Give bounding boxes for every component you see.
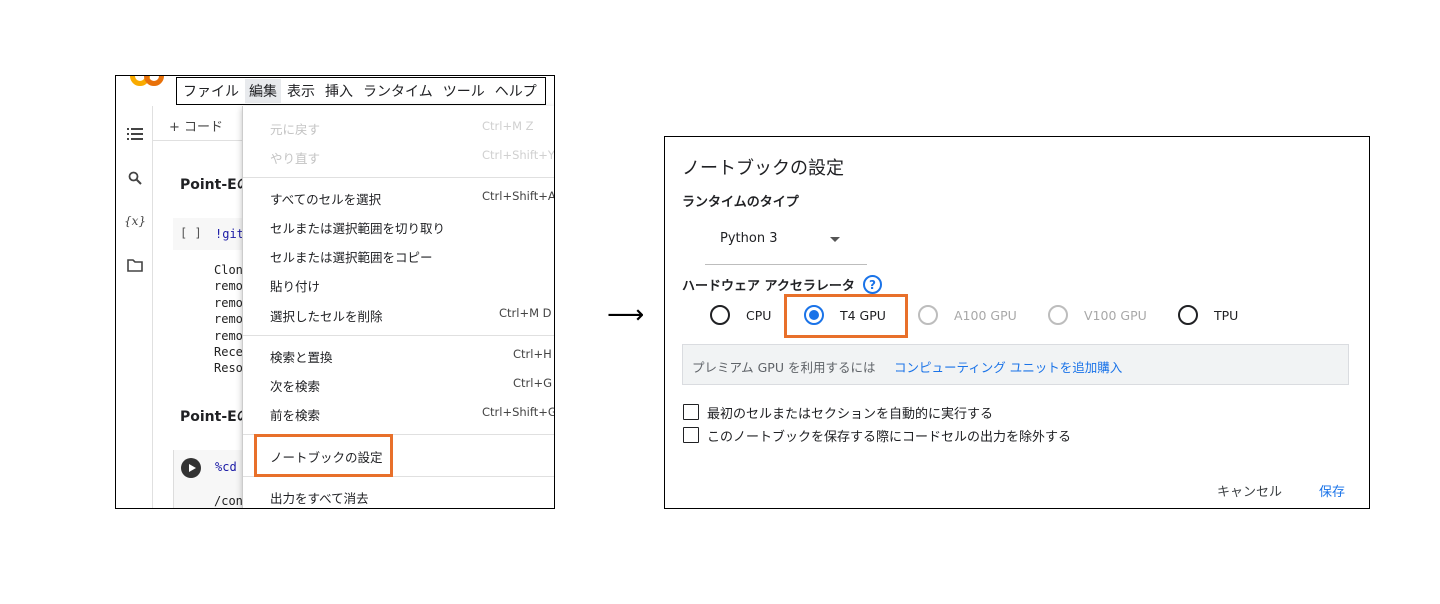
radio-label-cpu: CPU [746,308,772,323]
notebook-settings-dialog: ノートブックの設定 ランタイムのタイプ Python 3 ハードウェア アクセラ… [664,136,1370,509]
menu-item-label: 出力をすべて消去 [270,491,369,506]
radio-tpu[interactable] [1178,305,1198,325]
menu-file[interactable]: ファイル [183,81,239,101]
cell-output: Clon remo remo remo remo Rece Reso [214,262,243,377]
menu-item-shortcut: Ctrl+G [513,376,553,390]
menu-item-shortcut: Ctrl+Shift+A [482,189,555,203]
colab-editor-panel: ファイル 編集 表示 挿入 ランタイム ツール ヘルプ {x} + コード Po… [115,75,555,509]
menu-item-shortcut: Ctrl+Shift+Y [482,148,555,162]
output-line: Rece [214,345,243,360]
arrow-icon: ⟶ [607,300,645,330]
table-of-contents-icon[interactable] [127,126,143,142]
output-line: remo [214,279,243,294]
output-line: Reso [214,361,243,376]
dialog-title: ノートブックの設定 [682,158,844,179]
menu-item-shortcut: Ctrl+H [513,347,552,361]
help-icon[interactable]: ? [863,275,882,294]
omit-output-checkbox[interactable] [683,427,699,443]
output-line: remo [214,295,243,310]
menu-item-paste[interactable]: 貼り付け [270,276,550,295]
menu-item-clear-outputs[interactable]: 出力をすべて消去 [270,488,550,507]
menu-item-label: 前を検索 [270,408,321,423]
menu-view[interactable]: 表示 [287,81,315,101]
cancel-button[interactable]: キャンセル [1217,481,1282,500]
menubar: ファイル 編集 表示 挿入 ランタイム ツール ヘルプ [176,77,546,105]
variables-icon[interactable]: {x} [124,213,146,229]
menu-item-cut[interactable]: セルまたは選択範囲を切り取り [270,218,550,237]
menu-item-delete-cells[interactable]: 選択したセルを削除 Ctrl+M D [270,306,552,325]
output-line: remo [214,328,243,343]
menu-item-label: 次を検索 [270,379,321,394]
search-icon[interactable] [127,170,143,186]
menu-item-label: 貼り付け [270,279,321,294]
auto-run-label: 最初のセルまたはセクションを自動的に実行する [707,407,994,422]
menu-item-label: やり直す [270,151,321,166]
menu-item-shortcut: Ctrl+Shift+G [482,405,555,419]
buy-compute-units-link[interactable]: コンピューティング ユニットを追加購入 [894,357,1122,376]
run-cell-button[interactable] [181,458,201,478]
radio-label-a100-gpu: A100 GPU [954,308,1017,323]
logo-ring-right [144,76,164,86]
premium-gpu-banner: プレミアム GPU を利用するには コンピューティング ユニットを追加購入 [682,344,1349,385]
auto-run-checkbox[interactable] [683,404,699,420]
edit-menu-dropdown: 元に戻す Ctrl+M Z やり直す Ctrl+Shift+Y すべてのセルを選択 C… [242,106,554,508]
menu-separator [243,335,554,336]
folder-icon[interactable] [127,257,143,273]
cell-code-text: !git [215,227,244,241]
save-button[interactable]: 保存 [1319,481,1345,500]
menu-item-select-all[interactable]: すべてのセルを選択 Ctrl+Shift+A [270,189,554,208]
menu-item-label: すべてのセルを選択 [270,192,382,207]
menu-item-find-replace[interactable]: 検索と置換 Ctrl+H [270,347,552,366]
highlight-box [254,434,393,477]
menu-edit[interactable]: 編集 [245,79,281,103]
menu-item-redo: やり直す Ctrl+Shift+Y [270,148,554,167]
menu-item-shortcut: Ctrl+M D [499,306,552,320]
cell-run-bracket[interactable]: [ ] [180,226,202,240]
menu-item-shortcut: Ctrl+M Z [482,119,534,133]
highlight-box [784,294,908,338]
cell-code-text: %cd [215,460,237,474]
menu-item-label: セルまたは選択範囲を切り取り [270,221,446,236]
radio-cpu[interactable] [710,305,730,325]
menu-item-label: 選択したセルを削除 [270,309,383,324]
section-heading: Point-Eの [180,409,251,425]
hardware-accelerator-label: ハードウェア アクセラレータ [682,279,855,294]
menu-item-find-next[interactable]: 次を検索 Ctrl+G [270,376,553,395]
menu-separator [243,177,554,178]
menu-help[interactable]: ヘルプ [495,81,537,101]
radio-v100-gpu [1048,305,1068,325]
menu-tools[interactable]: ツール [443,81,485,101]
add-code-button[interactable]: + コード [169,116,223,135]
runtime-type-select[interactable]: Python 3 [705,221,867,265]
cell-output: /con [214,494,243,508]
menu-item-find-previous[interactable]: 前を検索 Ctrl+Shift+G [270,405,554,424]
menu-item-undo: 元に戻す Ctrl+M Z [270,119,550,138]
left-sidebar [116,106,153,508]
menu-insert[interactable]: 挿入 [325,81,353,101]
radio-a100-gpu [918,305,938,325]
chevron-down-icon [830,237,840,242]
menu-item-label: 検索と置換 [270,350,333,365]
runtime-type-value: Python 3 [720,231,778,246]
menu-item-label: セルまたは選択範囲をコピー [270,250,433,265]
menu-item-label: 元に戻す [270,122,321,137]
banner-text: プレミアム GPU を利用するには [692,360,876,375]
colab-logo [130,76,168,86]
runtime-type-label: ランタイムのタイプ [682,195,799,210]
omit-output-label: このノートブックを保存する際にコードセルの出力を除外する [707,430,1072,445]
output-line: remo [214,312,243,327]
section-heading: Point-Eの [180,177,251,193]
output-line: Clon [214,263,243,277]
radio-label-v100-gpu: V100 GPU [1084,308,1147,323]
radio-label-tpu: TPU [1214,308,1239,323]
menu-runtime[interactable]: ランタイム [363,81,433,101]
menu-item-copy[interactable]: セルまたは選択範囲をコピー [270,247,550,266]
